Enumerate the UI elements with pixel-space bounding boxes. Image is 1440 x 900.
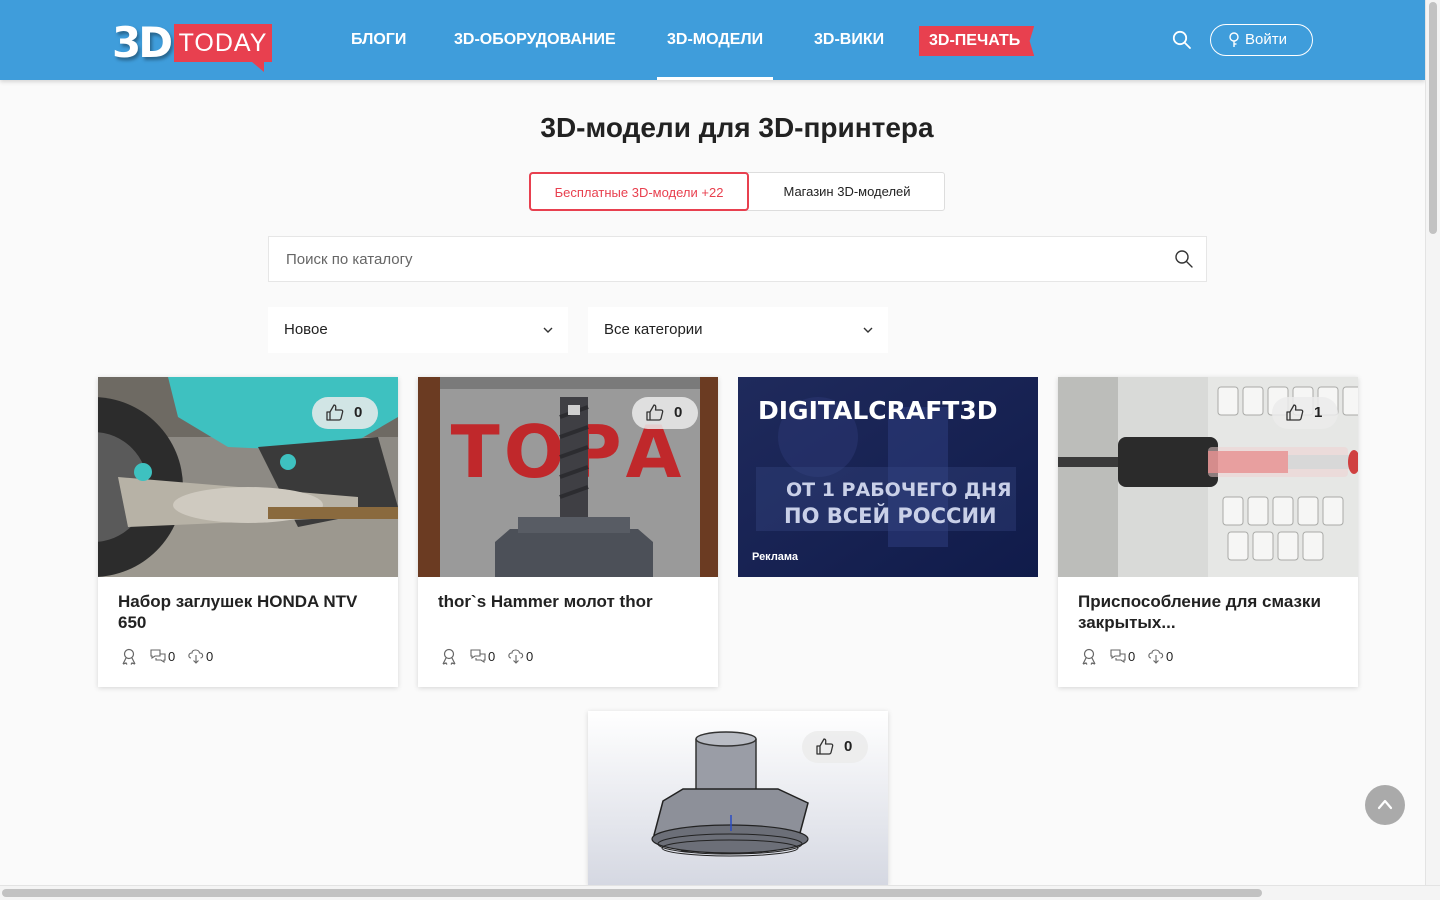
comments-count: 0: [488, 649, 496, 664]
downloads-count: 0: [526, 649, 534, 664]
nav-3d-wiki[interactable]: 3D-ВИКИ: [814, 0, 884, 80]
chevron-down-icon: [863, 327, 873, 333]
model-title[interactable]: thor`s Hammer молот thor: [438, 591, 700, 612]
ad-title: DIGITALCRAFT3D: [758, 396, 998, 425]
model-title[interactable]: Приспособление для смазки закрытых...: [1078, 591, 1340, 633]
user-badge-icon[interactable]: [1080, 647, 1098, 665]
horizontal-scrollbar-thumb[interactable]: [2, 889, 1262, 897]
comments-count: 0: [1128, 649, 1136, 664]
search-icon[interactable]: [1174, 249, 1194, 269]
thumbs-up-icon: [326, 404, 344, 421]
ad-image: DIGITALCRAFT3D ОТ 1 РАБОЧЕГО ДНЯ ПО ВСЕЙ…: [738, 377, 1038, 577]
download-icon: [188, 649, 204, 664]
model-card[interactable]: ТОРА 0 thor`s Hammer молот thor 0 0: [418, 377, 718, 687]
nav-3d-equipment[interactable]: 3D-ОБОРУДОВАНИЕ: [454, 0, 616, 80]
downloads-count: 0: [206, 649, 214, 664]
vertical-scrollbar-thumb[interactable]: [1429, 2, 1437, 234]
login-label: Войти: [1245, 31, 1287, 48]
like-count: 1: [1314, 404, 1323, 421]
search-input[interactable]: [269, 237, 1159, 281]
ad-line-2: ПО ВСЕЙ РОССИИ: [784, 503, 997, 528]
page-title: 3D-модели для 3D-принтера: [540, 112, 934, 143]
thumbs-up-icon: [646, 404, 664, 421]
tab-model-shop[interactable]: Магазин 3D-моделей: [749, 173, 945, 210]
sort-select[interactable]: Новое: [268, 307, 568, 353]
nav-3d-models[interactable]: 3D-МОДЕЛИ: [656, 0, 774, 80]
chevron-down-icon: [543, 327, 553, 333]
logo-speech-tail: [252, 62, 264, 72]
comments-count: 0: [168, 649, 176, 664]
downloads-count: 0: [1166, 649, 1174, 664]
like-button[interactable]: 0: [632, 397, 698, 429]
catalog-tabs: Бесплатные 3D-модели +22 Магазин 3D-моде…: [529, 172, 945, 211]
category-select[interactable]: Все категории: [588, 307, 888, 353]
model-image[interactable]: 0: [98, 377, 398, 577]
logo-today: TODAY: [174, 24, 272, 62]
model-image[interactable]: ТОРА 0: [418, 377, 718, 577]
like-button[interactable]: 0: [802, 731, 868, 763]
download-icon: [508, 649, 524, 664]
comments-icon: [150, 649, 166, 664]
login-button[interactable]: Войти: [1210, 24, 1313, 56]
nav-3d-print[interactable]: 3D-ПЕЧАТЬ: [919, 26, 1035, 56]
model-card[interactable]: 0 Набор заглушек HONDA NTV 650 0 0: [98, 377, 398, 687]
site-header: 3D TODAY БЛОГИ 3D-ОБОРУДОВАНИЕ 3D-МОДЕЛИ…: [0, 0, 1425, 80]
like-count: 0: [844, 738, 853, 755]
nav-blogs[interactable]: БЛОГИ: [351, 0, 406, 80]
scroll-to-top-button[interactable]: [1365, 785, 1405, 825]
ad-banner[interactable]: DIGITALCRAFT3D ОТ 1 РАБОЧЕГО ДНЯ ПО ВСЕЙ…: [738, 377, 1038, 577]
model-card[interactable]: 1 Приспособление для смазки закрытых... …: [1058, 377, 1358, 687]
ad-line-1: ОТ 1 РАБОЧЕГО ДНЯ: [786, 479, 1012, 501]
logo-3d: 3D: [112, 18, 173, 67]
model-image[interactable]: 0: [588, 711, 888, 885]
vertical-scrollbar[interactable]: [1425, 0, 1440, 885]
tab-free-models[interactable]: Бесплатные 3D-модели +22: [529, 172, 749, 211]
model-title[interactable]: Набор заглушек HONDA NTV 650: [118, 591, 380, 633]
horizontal-scrollbar[interactable]: [0, 885, 1440, 900]
category-value: Все категории: [604, 321, 703, 338]
download-icon: [1148, 649, 1164, 664]
like-button[interactable]: 0: [312, 397, 378, 429]
thumbs-up-icon: [816, 738, 834, 755]
key-icon: [1229, 32, 1239, 47]
search-icon[interactable]: [1172, 30, 1192, 50]
comments-icon: [470, 649, 486, 664]
catalog-search: [268, 236, 1207, 282]
chevron-up-icon: [1377, 799, 1393, 810]
user-badge-icon[interactable]: [440, 647, 458, 665]
model-image[interactable]: 1: [1058, 377, 1358, 577]
ad-label: Реклама: [752, 551, 799, 563]
like-count: 0: [674, 404, 683, 421]
like-count: 0: [354, 404, 363, 421]
model-card[interactable]: 0: [588, 711, 888, 885]
user-badge-icon[interactable]: [120, 647, 138, 665]
like-button[interactable]: 1: [1272, 397, 1338, 429]
logo[interactable]: 3D TODAY: [112, 18, 277, 72]
sort-value: Новое: [284, 321, 328, 338]
thumbs-up-icon: [1286, 404, 1304, 421]
comments-icon: [1110, 649, 1126, 664]
